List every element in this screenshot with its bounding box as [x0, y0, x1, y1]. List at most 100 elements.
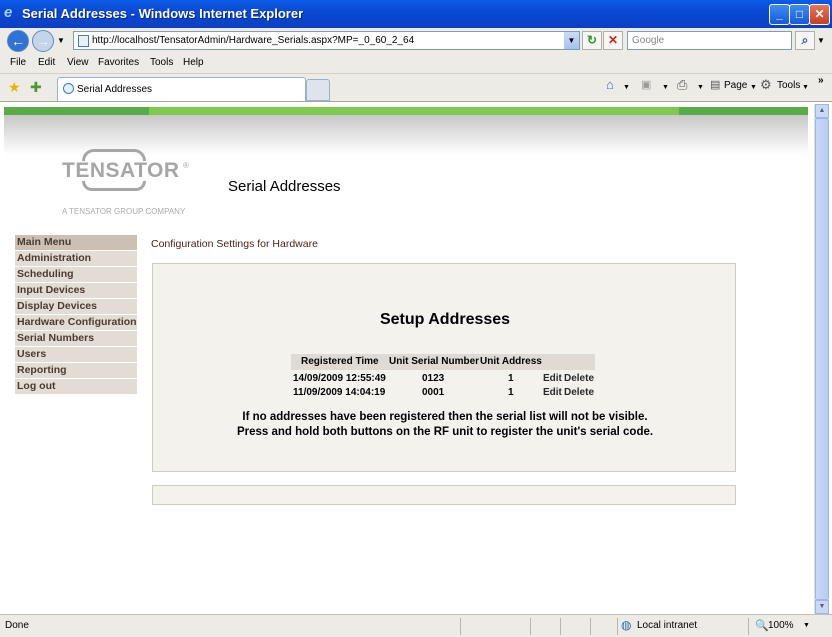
page-icon	[78, 35, 89, 47]
status-text: Done	[5, 620, 29, 631]
navigation-bar: ← → ▼ http://localhost/TensatorAdmin/Har…	[0, 28, 832, 53]
close-button[interactable]: ✕	[809, 4, 830, 25]
scroll-up-icon[interactable]: ▲	[815, 104, 829, 118]
zoom-dropdown-icon[interactable]: ▼	[803, 622, 810, 629]
table-row: 14/09/2009 12:55:49 0123 1 Edit Delete	[291, 371, 595, 385]
address-dropdown-icon[interactable]: ▼	[564, 32, 579, 49]
cell-address: 1	[508, 373, 514, 384]
search-options-icon[interactable]: ▼	[817, 36, 825, 45]
vertical-scrollbar[interactable]: ▲ ▼	[814, 104, 829, 614]
status-bar: Done ◍ Local intranet 🔍 100% ▼	[0, 614, 832, 637]
cell-serial: 0123	[422, 373, 445, 384]
edit-link[interactable]: Edit	[543, 373, 562, 384]
tools-menu-button[interactable]: Tools	[777, 80, 800, 91]
scroll-down-icon[interactable]: ▼	[815, 600, 829, 614]
print-icon[interactable]: ⎙	[677, 77, 687, 93]
note-line-2: Press and hold both buttons on the RF un…	[236, 426, 654, 438]
footer-panel	[152, 485, 736, 505]
maximize-button[interactable]: □	[789, 4, 810, 25]
address-input[interactable]: http://localhost/TensatorAdmin/Hardware_…	[92, 35, 414, 46]
sidebar-item-administration[interactable]: Administration	[15, 251, 137, 267]
zoom-level[interactable]: 100%	[768, 620, 794, 631]
col-unit-serial-number: Unit Serial Number	[389, 356, 480, 367]
setup-addresses-panel: Setup Addresses Registered Time Unit Ser…	[152, 263, 736, 472]
feeds-dropdown-icon[interactable]: ▼	[662, 84, 669, 91]
search-input[interactable]: Google	[627, 31, 792, 50]
title-bar: e Serial Addresses - Windows Internet Ex…	[0, 0, 832, 28]
sidebar-item-display-devices[interactable]: Display Devices	[15, 299, 137, 315]
forward-button[interactable]: →	[32, 30, 54, 52]
menu-help[interactable]: Help	[183, 57, 204, 68]
serial-table: Registered Time Unit Serial Number Unit …	[291, 354, 595, 399]
home-icon[interactable]: ⌂	[606, 77, 614, 92]
sidebar-item-input-devices[interactable]: Input Devices	[15, 283, 137, 299]
menu-view[interactable]: View	[67, 57, 89, 68]
search-button[interactable]: ⌕	[795, 31, 815, 50]
home-dropdown-icon[interactable]: ▼	[623, 84, 630, 91]
table-row: 11/09/2009 14:04:19 0001 1 Edit Delete	[291, 385, 595, 399]
sidebar-item-users[interactable]: Users	[15, 347, 137, 363]
tab-page-icon	[63, 83, 74, 94]
col-registered-time: Registered Time	[301, 356, 379, 367]
delete-link[interactable]: Delete	[564, 387, 594, 398]
stop-icon: ✕	[607, 33, 619, 47]
edit-link[interactable]: Edit	[543, 387, 562, 398]
section-subheading: Configuration Settings for Hardware	[151, 238, 318, 250]
intranet-globe-icon: ◍	[621, 618, 632, 632]
tab-serial-addresses[interactable]: Serial Addresses	[57, 77, 306, 101]
close-icon: ✕	[814, 7, 825, 21]
favorites-star-icon[interactable]: ★	[8, 79, 21, 96]
table-header-row: Registered Time Unit Serial Number Unit …	[291, 354, 595, 370]
zoom-icon: 🔍	[755, 620, 769, 632]
page-menu-icon: ▤	[710, 79, 721, 91]
menu-edit[interactable]: Edit	[38, 57, 55, 68]
cell-time: 11/09/2009 14:04:19	[293, 387, 386, 398]
history-dropdown-icon[interactable]: ▼	[57, 36, 65, 45]
feeds-icon[interactable]: ▣	[641, 78, 651, 91]
menu-bar: File Edit View Favorites Tools Help	[0, 53, 832, 74]
address-bar[interactable]: http://localhost/TensatorAdmin/Hardware_…	[73, 31, 580, 50]
logo-subtitle: A TENSATOR GROUP COMPANY	[62, 207, 186, 216]
col-unit-address: Unit Address	[480, 356, 542, 367]
tab-label: Serial Addresses	[77, 84, 153, 95]
page-dropdown-icon[interactable]: ▼	[750, 84, 757, 91]
refresh-button[interactable]: ↻	[582, 31, 602, 50]
new-tab-button[interactable]	[306, 79, 330, 101]
sidebar-item-main-menu[interactable]: Main Menu	[15, 235, 137, 251]
window-title: Serial Addresses - Windows Internet Expl…	[22, 6, 304, 21]
menu-favorites[interactable]: Favorites	[98, 57, 139, 68]
security-zone[interactable]: Local intranet	[637, 620, 697, 631]
header-green-bar	[4, 107, 808, 115]
page-title: Serial Addresses	[228, 178, 341, 195]
delete-link[interactable]: Delete	[564, 373, 594, 384]
sidebar-item-log-out[interactable]: Log out	[15, 379, 137, 395]
page-menu-button[interactable]: Page	[724, 80, 747, 91]
menu-tools[interactable]: Tools	[150, 57, 173, 68]
panel-heading: Setup Addresses	[379, 311, 511, 328]
minimize-icon: _	[776, 7, 783, 21]
sidebar-item-serial-numbers[interactable]: Serial Numbers	[15, 331, 137, 347]
tools-dropdown-icon[interactable]: ▼	[802, 84, 809, 91]
logo-registered-mark: ®	[183, 161, 189, 170]
stop-button[interactable]: ✕	[603, 31, 623, 50]
scroll-thumb[interactable]	[815, 118, 829, 600]
header-highlight	[149, 107, 679, 115]
sidebar-menu: Main Menu Administration Scheduling Inpu…	[15, 235, 137, 395]
more-tools-icon[interactable]: »	[818, 75, 824, 86]
print-dropdown-icon[interactable]: ▼	[697, 84, 704, 91]
sidebar-item-reporting[interactable]: Reporting	[15, 363, 137, 379]
tensator-logo: TENSATOR ® A TENSATOR GROUP COMPANY	[62, 149, 192, 216]
maximize-icon: □	[795, 7, 804, 21]
sidebar-item-scheduling[interactable]: Scheduling	[15, 267, 137, 283]
back-button[interactable]: ←	[7, 30, 29, 52]
note-line-1: If no addresses have been registered the…	[242, 411, 648, 423]
add-favorite-icon[interactable]: ✚	[30, 79, 42, 96]
minimize-button[interactable]: _	[769, 4, 790, 25]
cell-time: 14/09/2009 12:55:49	[293, 373, 386, 384]
sidebar-item-hardware-configuration[interactable]: Hardware Configuration	[15, 315, 137, 331]
tab-bar: ★ ✚ Serial Addresses ⌂ ▼ ▣ ▼ ⎙ ▼ ▤ Page …	[0, 74, 832, 102]
forward-arrow-icon: →	[36, 33, 50, 49]
logo-wordmark: TENSATOR	[62, 159, 180, 182]
gear-icon: ⚙	[760, 77, 772, 92]
menu-file[interactable]: File	[10, 57, 26, 68]
